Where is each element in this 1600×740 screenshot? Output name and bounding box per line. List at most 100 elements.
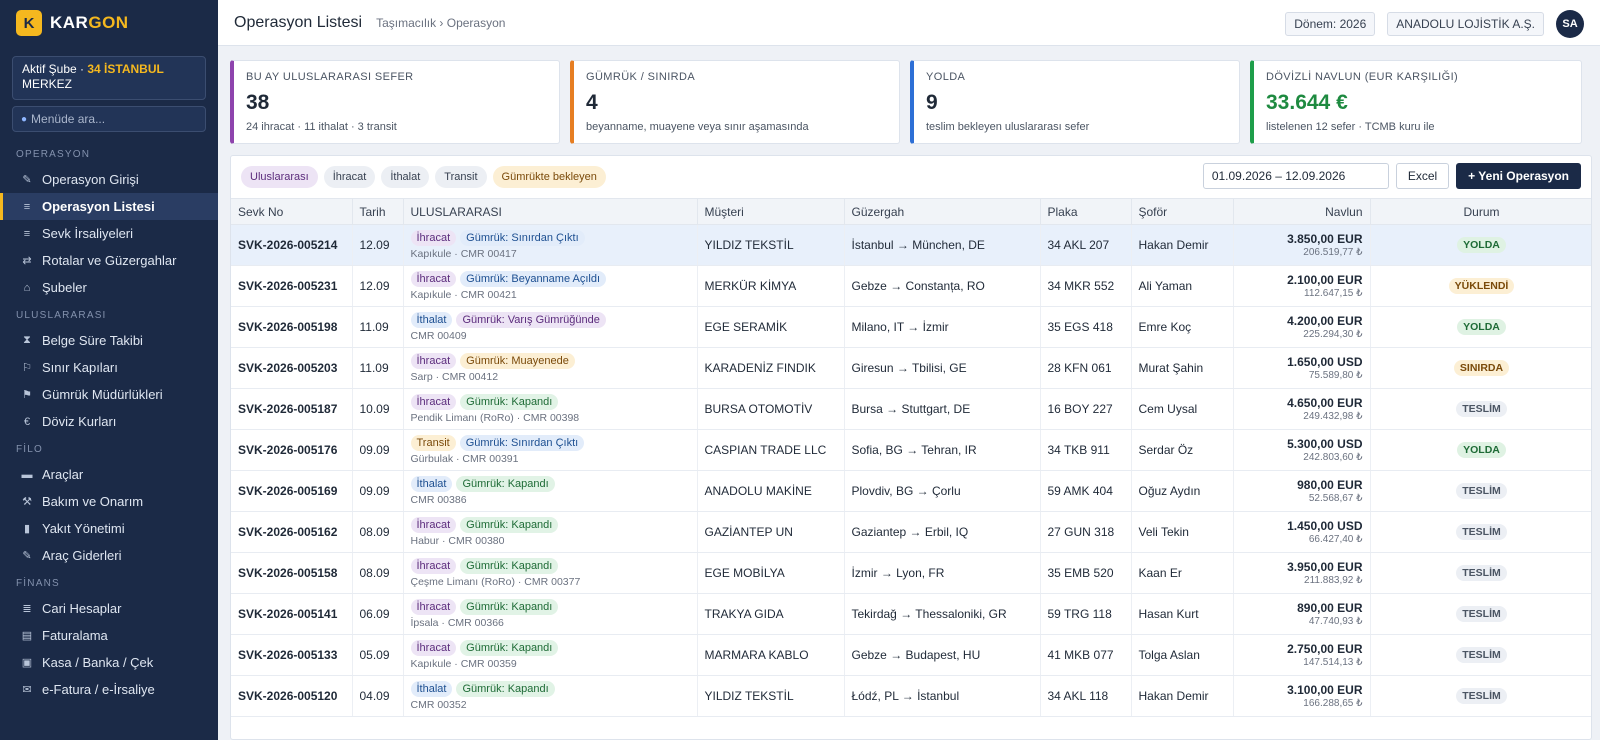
- active-branch-selector[interactable]: Aktif Şube · 34 İSTANBUL MERKEZ: [12, 56, 206, 100]
- sidebar-item-document-list[interactable]: ≡ Sevk İrsaliyeleri: [0, 220, 218, 247]
- shipment-number[interactable]: SVK-2026-005162: [231, 511, 353, 553]
- hourglass-icon: ⧗: [23, 334, 31, 346]
- sidebar-item-route[interactable]: ⇄ Rotalar ve Güzergahlar: [0, 247, 218, 274]
- international-info: İhracat Gümrük: Kapandı Kapıkule · CMR 003…: [403, 634, 698, 676]
- sidebar-item-list[interactable]: ≡ Operasyon Listesi: [0, 193, 218, 220]
- brand[interactable]: K KARGON: [0, 0, 218, 46]
- stat-cards: BU AY ULUSLARARASI SEFER 38 24 ihracat · 1…: [230, 60, 1592, 144]
- shipment-number[interactable]: SVK-2026-005187: [231, 388, 353, 430]
- sidebar-item-invoice[interactable]: ▤ Faturalama: [0, 622, 218, 649]
- freight-try: 52.568,67 ₺: [1308, 493, 1363, 504]
- table-row[interactable]: SVK-2026-005203 11.09 İhracat Gümrük: Muaye…: [231, 347, 1591, 389]
- table-row[interactable]: SVK-2026-005162 08.09 İhracat Gümrük: Kapan…: [231, 511, 1591, 553]
- stat-subtext: 24 ihracat · 11 ithalat · 3 transit: [246, 121, 397, 133]
- shipment-number[interactable]: SVK-2026-005169: [231, 470, 353, 512]
- sidebar-item-label: Bakım ve Onarım: [42, 494, 144, 509]
- menu-search-input[interactable]: ● Menüde ara...: [12, 106, 206, 132]
- shipment-type-badge: Transit: [410, 435, 456, 451]
- new-operation-button[interactable]: + Yeni Operasyon: [1456, 163, 1581, 189]
- freight-try: 47.740,93 ₺: [1308, 616, 1363, 627]
- sidebar-item-envelope[interactable]: ✉ e-Fatura / e-İrsaliye: [0, 676, 218, 703]
- freight-amount: 3.100,00 EUR 166.288,65 ₺: [1233, 675, 1371, 717]
- sidebar-item-accounts[interactable]: ≣ Cari Hesaplar: [0, 595, 218, 622]
- shipment-date: 11.09: [352, 347, 404, 389]
- sidebar-item-pencil[interactable]: ✎ Operasyon Girişi: [0, 166, 218, 193]
- status-badge: YOLDA: [1457, 319, 1506, 335]
- filter-chip[interactable]: İthalat: [381, 166, 430, 188]
- sidebar-item-expense[interactable]: ✎ Araç Giderleri: [0, 542, 218, 569]
- driver-name: Tolga Aslan: [1131, 634, 1234, 676]
- sidebar-item-truck[interactable]: ▬ Araçlar: [0, 461, 218, 488]
- sidebar-item-label: Faturalama: [42, 628, 108, 643]
- filter-chip[interactable]: Uluslararası: [241, 166, 318, 188]
- filter-chip[interactable]: Gümrükte bekleyen: [492, 166, 606, 188]
- table-row[interactable]: SVK-2026-005214 12.09 İhracat Gümrük: Sınır…: [231, 224, 1591, 266]
- table-row[interactable]: SVK-2026-005141 06.09 İhracat Gümrük: Kapan…: [231, 593, 1591, 635]
- shipment-number[interactable]: SVK-2026-005203: [231, 347, 353, 389]
- sidebar-item-euro[interactable]: € Döviz Kurları: [0, 408, 218, 435]
- shipment-number[interactable]: SVK-2026-005231: [231, 265, 353, 307]
- table-row[interactable]: SVK-2026-005133 05.09 İhracat Gümrük: Kapan…: [231, 634, 1591, 676]
- column-header[interactable]: Müşteri: [697, 198, 845, 225]
- stat-label: YOLDA: [926, 71, 966, 83]
- table-row[interactable]: SVK-2026-005176 09.09 Transit Gümrük: Sınır…: [231, 429, 1591, 471]
- excel-export-button[interactable]: Excel: [1395, 163, 1450, 189]
- customer-name: KARADENİZ FINDIK: [697, 347, 845, 389]
- company-selector[interactable]: ANADOLU LOJİSTİK A.Ş.: [1387, 12, 1544, 36]
- driver-name: Kaan Er: [1131, 552, 1234, 594]
- sidebar-item-tools[interactable]: ⚒ Bakım ve Onarım: [0, 488, 218, 515]
- sidebar-item-fuel[interactable]: ▮ Yakıt Yönetimi: [0, 515, 218, 542]
- route: Sofia, BG → Tehran, IR: [844, 429, 1041, 471]
- table-row[interactable]: SVK-2026-005198 11.09 İthalat Gümrük: Varış…: [231, 306, 1591, 348]
- column-header[interactable]: Şoför: [1131, 198, 1234, 225]
- table-row[interactable]: SVK-2026-005120 04.09 İthalat Gümrük: Kapan…: [231, 675, 1591, 717]
- column-header[interactable]: Navlun: [1233, 198, 1371, 225]
- freight-foreign: 4.200,00 EUR: [1287, 314, 1363, 328]
- shipment-number[interactable]: SVK-2026-005198: [231, 306, 353, 348]
- shipment-number[interactable]: SVK-2026-005176: [231, 429, 353, 471]
- sidebar-item-hourglass[interactable]: ⧗ Belge Süre Takibi: [0, 327, 218, 354]
- date-range-input[interactable]: 01.09.2026 – 12.09.2026: [1202, 163, 1389, 189]
- status-badge: TESLİM: [1456, 606, 1507, 622]
- shipment-date: 11.09: [352, 306, 404, 348]
- column-header[interactable]: ULUSLARARASI: [403, 198, 698, 225]
- avatar[interactable]: SA: [1556, 10, 1584, 38]
- shipment-number[interactable]: SVK-2026-005120: [231, 675, 353, 717]
- table-row[interactable]: SVK-2026-005169 09.09 İthalat Gümrük: Kapan…: [231, 470, 1591, 512]
- sidebar-item-label: Araç Giderleri: [42, 548, 122, 563]
- sidebar-item-label: Operasyon Listesi: [42, 199, 155, 214]
- shipment-number[interactable]: SVK-2026-005158: [231, 552, 353, 594]
- shipment-number[interactable]: SVK-2026-005141: [231, 593, 353, 635]
- column-header[interactable]: Durum: [1370, 198, 1591, 225]
- filter-chip[interactable]: Transit: [435, 166, 487, 188]
- sidebar-item-label: Döviz Kurları: [42, 414, 117, 429]
- sidebar-item-label: Rotalar ve Güzergahlar: [42, 253, 177, 268]
- route: Łódź, PL → İstanbul: [844, 675, 1041, 717]
- border-cmr-info: Çeşme Limanı (RoRo) · CMR 00377: [410, 576, 581, 588]
- table-row[interactable]: SVK-2026-005158 08.09 İhracat Gümrük: Kapan…: [231, 552, 1591, 594]
- branch-code: 34 İSTANBUL: [87, 62, 164, 76]
- customs-status-badge: Gümrük: Kapandı: [460, 517, 559, 533]
- period-selector[interactable]: Dönem: 2026: [1285, 12, 1376, 36]
- sidebar-item-home[interactable]: ⌂ Şubeler: [0, 274, 218, 301]
- stat-value: 4: [586, 91, 598, 114]
- sidebar-item-customs-flag[interactable]: ⚑ Gümrük Müdürlükleri: [0, 381, 218, 408]
- column-header[interactable]: Plaka: [1040, 198, 1132, 225]
- sidebar-item-bank[interactable]: ▣ Kasa / Banka / Çek: [0, 649, 218, 676]
- international-info: İhracat Gümrük: Beyanname Açıldı Kapıkule …: [403, 265, 698, 307]
- table-row[interactable]: SVK-2026-005231 12.09 İhracat Gümrük: Beyan…: [231, 265, 1591, 307]
- filter-chip[interactable]: İhracat: [323, 166, 376, 188]
- sidebar-item-label: Belge Süre Takibi: [42, 333, 143, 348]
- column-header[interactable]: Güzergah: [844, 198, 1041, 225]
- plate-number: 41 MKB 077: [1040, 634, 1132, 676]
- column-header[interactable]: Tarih: [352, 198, 404, 225]
- shipment-number[interactable]: SVK-2026-005214: [231, 224, 353, 266]
- breadcrumb[interactable]: Taşımacılık › Operasyon: [376, 16, 505, 30]
- status-cell: YOLDA: [1370, 224, 1591, 266]
- international-info: İthalat Gümrük: Varış Gümrüğünde CMR 00409: [403, 306, 698, 348]
- pencil-icon: ✎: [22, 174, 32, 186]
- shipment-number[interactable]: SVK-2026-005133: [231, 634, 353, 676]
- table-row[interactable]: SVK-2026-005187 10.09 İhracat Gümrük: Kapan…: [231, 388, 1591, 430]
- sidebar-item-flag[interactable]: ⚐ Sınır Kapıları: [0, 354, 218, 381]
- column-header[interactable]: Sevk No: [231, 198, 353, 225]
